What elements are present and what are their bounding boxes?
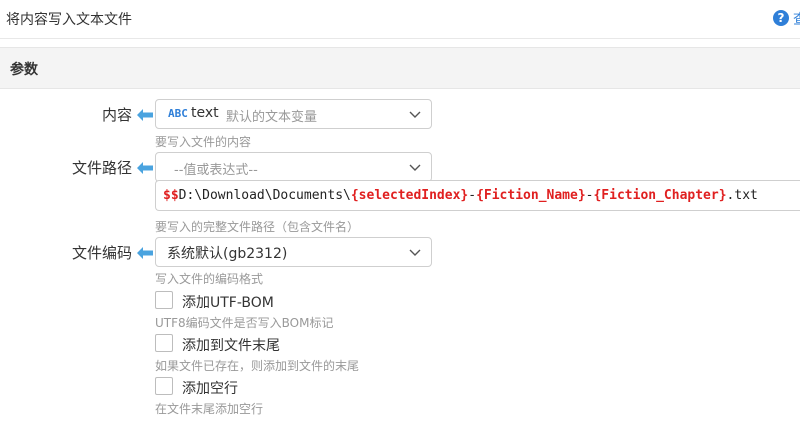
append-to-end-label[interactable]: 添加到文件末尾 [182, 335, 280, 355]
path-expression-select[interactable]: --值或表达式-- [155, 152, 432, 182]
title-bar: 将内容写入文本文件 ? 查 [0, 0, 800, 39]
dialog-title: 将内容写入文本文件 [6, 12, 132, 28]
path-variable-token: $$ [163, 188, 179, 203]
path-variable-token: {Fiction_Chapter} [593, 188, 727, 203]
path-label: 文件路径 [71, 159, 132, 177]
content-variable-description: 默认的文本变量 [226, 110, 318, 125]
file-path-input[interactable]: $$D:\Download\Documents\{selectedIndex}-… [155, 180, 800, 211]
path-variable-token: {selectedIndex} [350, 188, 469, 203]
utf-bom-label[interactable]: 添加UTF-BOM [182, 292, 274, 312]
path-literal-token: D:\Download\Documents\ [178, 188, 351, 203]
encoding-value: 系统默认(gb2312) [167, 246, 288, 262]
add-blank-line-hint: 在文件末尾添加空行 [155, 402, 264, 416]
append-to-end-checkbox[interactable] [155, 334, 173, 352]
content-arrow-icon [137, 109, 153, 121]
path-hint: 要写入的完整文件路径（包含文件名） [155, 220, 360, 234]
append-to-end-hint: 如果文件已存在，则添加到文件的末尾 [155, 359, 360, 373]
encoding-arrow-icon [137, 247, 153, 259]
encoding-select[interactable]: 系统默认(gb2312) [155, 237, 432, 267]
encoding-hint: 写入文件的编码格式 [155, 272, 264, 286]
add-blank-line-checkbox[interactable] [155, 377, 173, 395]
path-arrow-icon [137, 162, 153, 174]
help-link[interactable]: 查 [793, 9, 800, 29]
content-hint: 要写入文件的内容 [155, 135, 252, 149]
text-type-icon: ABC [168, 107, 188, 120]
add-blank-line-label[interactable]: 添加空行 [182, 378, 238, 398]
path-literal-token: - [468, 188, 477, 203]
path-variable-token: {Fiction_Name} [476, 188, 586, 203]
section-title: 参数 [10, 62, 38, 78]
content-select[interactable]: ABC text 默认的文本变量 [155, 99, 432, 129]
help-icon[interactable]: ? [773, 10, 789, 26]
encoding-label: 文件编码 [71, 244, 132, 262]
content-label: 内容 [101, 106, 132, 124]
chevron-down-icon [409, 111, 421, 118]
parameters-section-header: 参数 [0, 47, 800, 89]
content-variable-name: text [191, 105, 219, 121]
path-select-placeholder: --值或表达式-- [174, 163, 258, 178]
utf-bom-checkbox[interactable] [155, 291, 173, 309]
chevron-down-icon [409, 249, 421, 256]
path-literal-token: .txt [726, 188, 758, 203]
chevron-down-icon [409, 164, 421, 171]
utf-bom-hint: UTF8编码文件是否写入BOM标记 [155, 316, 334, 330]
